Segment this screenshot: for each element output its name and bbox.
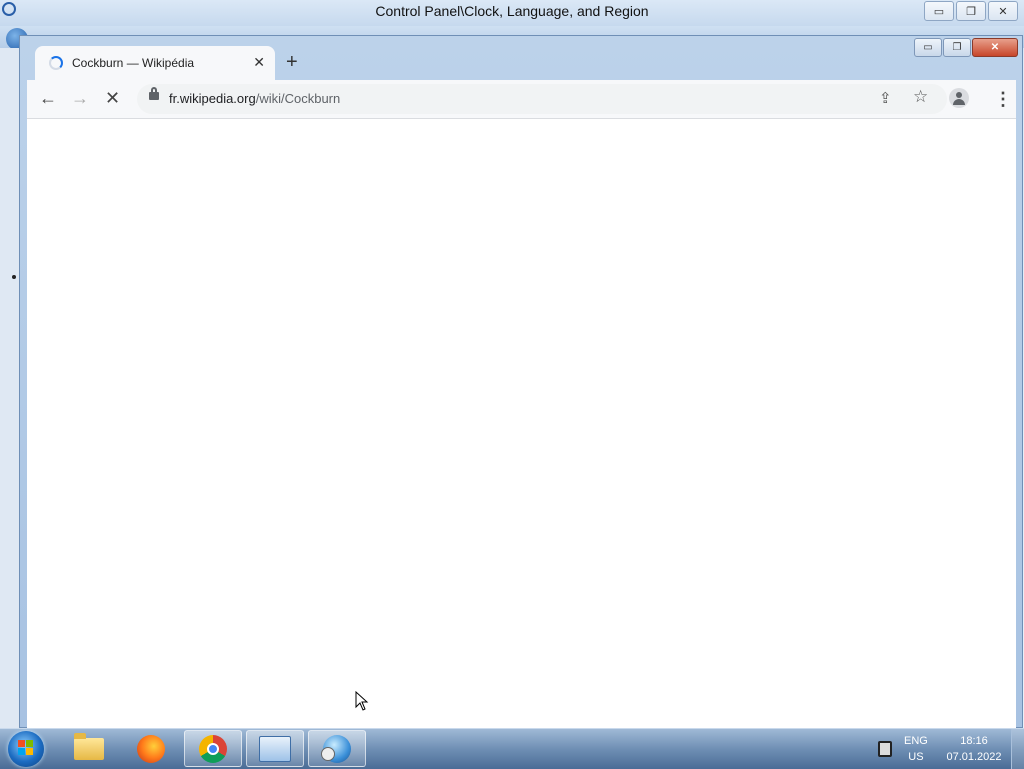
taskbar-explorer[interactable] bbox=[60, 730, 118, 767]
url-host: fr.wikipedia.org bbox=[169, 91, 256, 106]
chrome-icon bbox=[199, 734, 227, 763]
folder-icon bbox=[74, 732, 104, 760]
control-panel-title: Control Panel\Clock, Language, and Regio… bbox=[375, 3, 649, 19]
control-panel-minimize-button[interactable]: ▭ bbox=[924, 1, 954, 21]
tab-close-icon[interactable]: ✕ bbox=[253, 54, 265, 71]
start-button[interactable] bbox=[8, 731, 44, 767]
url-path: /wiki/Cockburn bbox=[255, 91, 341, 106]
language-code: ENG bbox=[904, 735, 928, 747]
control-panel-left-pane bbox=[0, 48, 20, 728]
chrome-restore-button[interactable]: ❐ bbox=[943, 38, 971, 57]
show-desktop-button[interactable] bbox=[1011, 729, 1024, 769]
chrome-minimize-button[interactable]: ▭ bbox=[914, 38, 942, 57]
language-region: US bbox=[908, 751, 924, 763]
forward-arrow-icon[interactable]: → bbox=[71, 88, 89, 108]
menu-kebab-icon[interactable]: ⋮ bbox=[994, 89, 1012, 110]
clock-time: 18:16 bbox=[960, 735, 988, 747]
back-arrow-icon[interactable]: ← bbox=[39, 88, 57, 108]
taskbar-chrome[interactable] bbox=[184, 730, 242, 767]
tab-title: Cockburn — Wikipédia bbox=[72, 56, 195, 70]
bookmark-star-icon[interactable]: ☆ bbox=[913, 87, 928, 107]
new-tab-button[interactable]: + bbox=[286, 52, 298, 72]
clock-date: 07.01.2022 bbox=[946, 751, 1002, 763]
globe-clock-icon bbox=[321, 734, 351, 763]
language-indicator[interactable]: ENG US bbox=[904, 733, 928, 765]
network-icon[interactable] bbox=[878, 741, 892, 757]
address-bar[interactable]: fr.wikipedia.org/wiki/Cockburn ⇪ ☆ bbox=[137, 84, 947, 114]
url-text[interactable]: fr.wikipedia.org/wiki/Cockburn bbox=[169, 91, 340, 106]
chrome-close-button[interactable]: ✕ bbox=[972, 38, 1018, 57]
system-clock[interactable]: 18:16 07.01.2022 bbox=[942, 733, 1006, 765]
loading-spinner-icon bbox=[49, 56, 63, 70]
control-panel-titlebar[interactable]: Control Panel\Clock, Language, and Regio… bbox=[0, 0, 1024, 26]
windows-logo-icon bbox=[18, 740, 34, 756]
browser-toolbar: ← → ✕ fr.wikipedia.org/wiki/Cockburn ⇪ ☆… bbox=[27, 80, 1016, 119]
taskbar-firefox[interactable] bbox=[122, 730, 180, 767]
page-content bbox=[27, 119, 1016, 728]
control-panel-restore-button[interactable]: ❐ bbox=[956, 1, 986, 21]
firefox-icon bbox=[137, 734, 165, 763]
profile-avatar-icon[interactable] bbox=[949, 88, 969, 108]
chrome-window: ▭ ❐ ✕ Cockburn — Wikipédia ✕ + ← → ✕ fr.… bbox=[19, 35, 1023, 728]
stop-loading-icon[interactable]: ✕ bbox=[105, 88, 120, 108]
share-icon[interactable]: ⇪ bbox=[879, 89, 892, 107]
tab-cockburn[interactable]: Cockburn — Wikipédia ✕ bbox=[35, 46, 275, 80]
taskbar: ENG US 18:16 07.01.2022 bbox=[0, 728, 1024, 769]
control-panel-close-button[interactable]: ✕ bbox=[988, 1, 1018, 21]
taskbar-date-time[interactable] bbox=[308, 730, 366, 767]
bullet-dot bbox=[12, 275, 16, 279]
control-panel-icon bbox=[259, 735, 291, 762]
taskbar-control-panel[interactable] bbox=[246, 730, 304, 767]
lock-icon[interactable] bbox=[149, 87, 159, 100]
